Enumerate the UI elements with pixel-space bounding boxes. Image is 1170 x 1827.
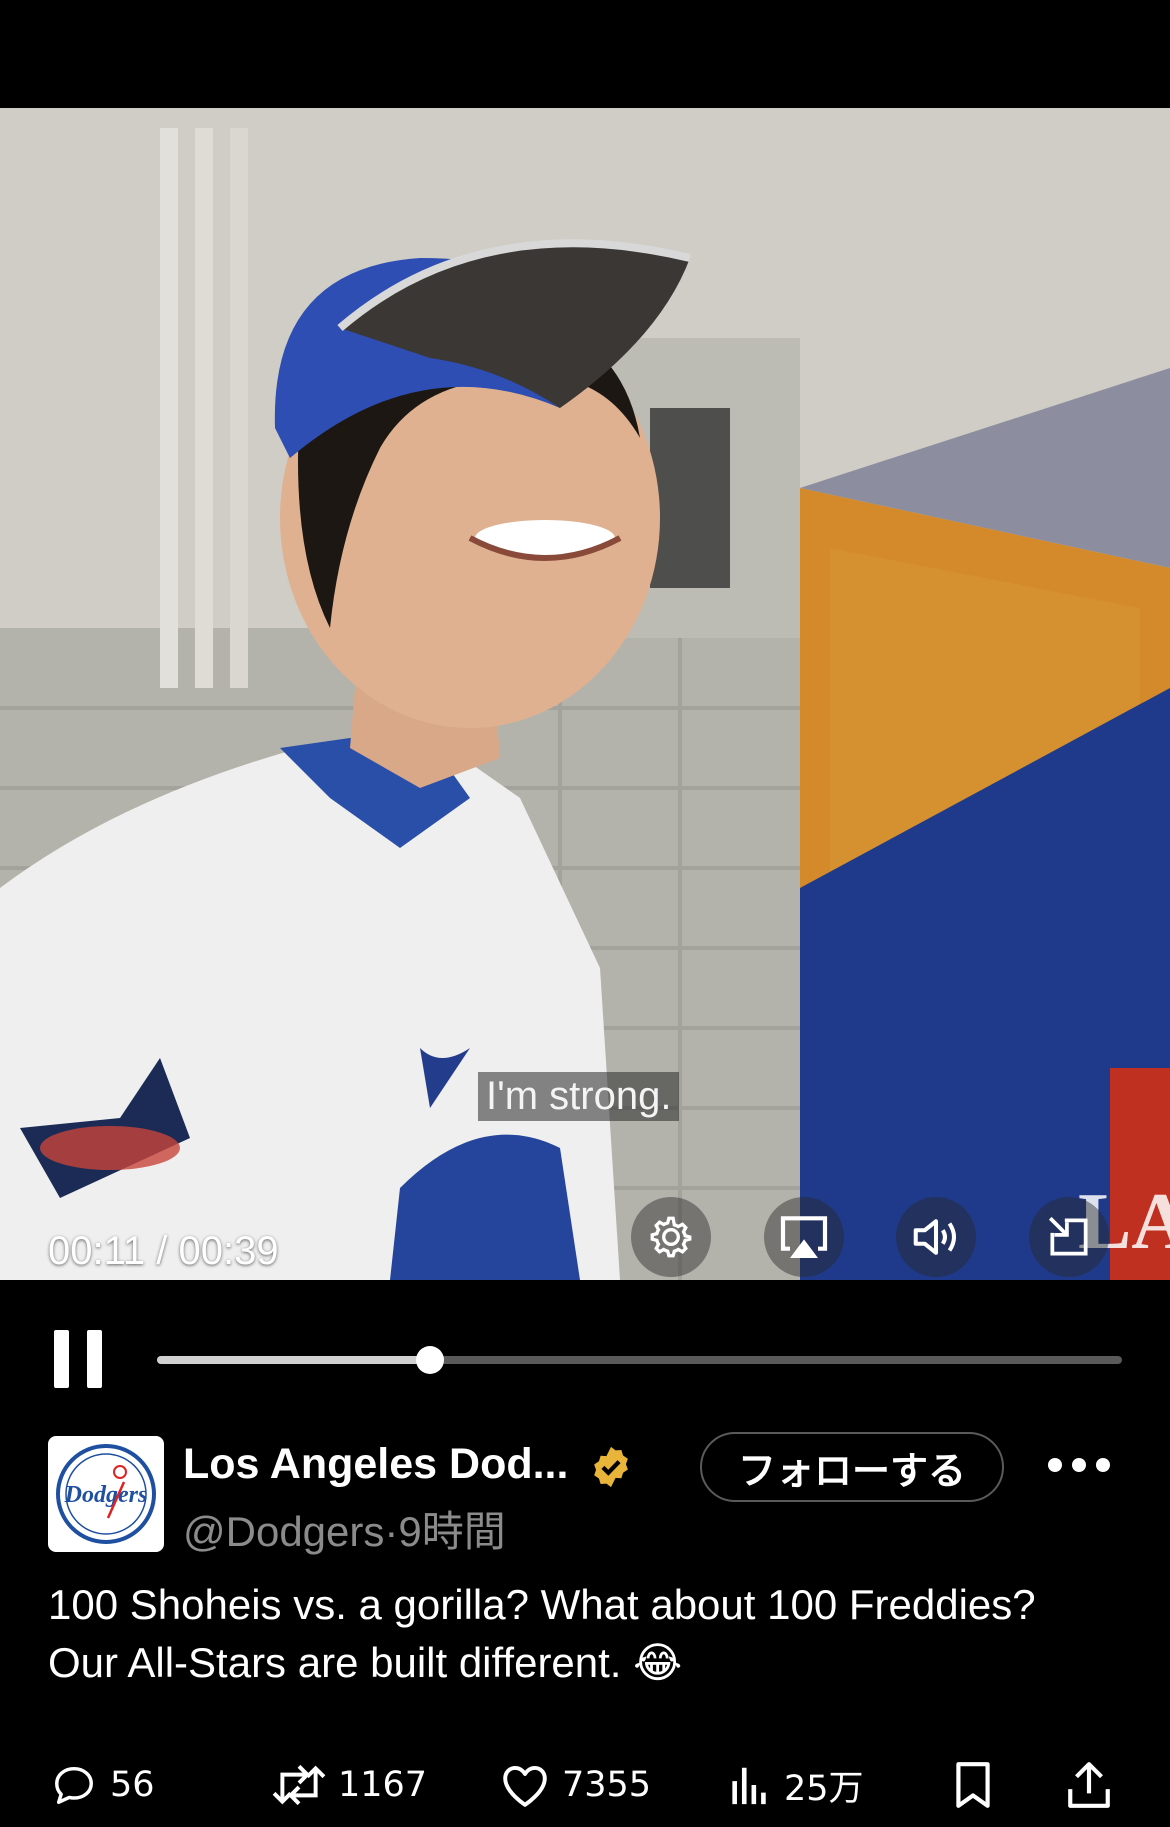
repost-button[interactable]: 1167: [272, 1760, 427, 1810]
player-controls: [0, 1280, 1170, 1430]
like-button[interactable]: 7355: [500, 1760, 651, 1810]
reply-icon: [55, 1766, 93, 1804]
settings-icon: [650, 1216, 692, 1258]
post-text-line: Our All-Stars are built different. 😂: [48, 1639, 683, 1686]
handle-and-time: @Dodgers·9時間: [183, 1498, 506, 1559]
svg-text:Dodgers: Dodgers: [64, 1482, 148, 1508]
exit-fullscreen-icon: [1048, 1216, 1088, 1256]
verified-badge-icon: [594, 1446, 628, 1488]
views-icon: [732, 1767, 766, 1805]
like-count: 7355: [562, 1765, 652, 1805]
display-name[interactable]: Los Angeles Dod...: [183, 1440, 568, 1489]
reply-button[interactable]: 56: [50, 1760, 155, 1810]
repost-count: 1167: [338, 1765, 428, 1805]
bookmark-icon: [956, 1762, 990, 1808]
avatar[interactable]: Dodgers: [48, 1436, 164, 1552]
pause-button[interactable]: [54, 1330, 102, 1388]
separator: ·: [384, 1508, 399, 1555]
views-button[interactable]: 25万: [728, 1760, 864, 1810]
video-subtitle: I'm strong.: [478, 1072, 680, 1121]
reply-count: 56: [110, 1765, 155, 1805]
post-text-line: 100 Shoheis vs. a gorilla? What about 10…: [48, 1581, 1036, 1628]
share-icon: [1068, 1762, 1110, 1808]
airplay-button[interactable]: [764, 1197, 844, 1277]
handle[interactable]: @Dodgers: [183, 1508, 384, 1555]
airplay-icon: [780, 1216, 828, 1258]
post-text: 100 Shoheis vs. a gorilla? What about 10…: [48, 1576, 1138, 1692]
like-icon: [503, 1765, 547, 1807]
more-icon: [1048, 1458, 1062, 1472]
seek-bar-played: [157, 1356, 431, 1364]
seek-bar[interactable]: [157, 1346, 1122, 1374]
seek-handle[interactable]: [416, 1346, 445, 1374]
status-area: [0, 0, 1170, 108]
exit-fullscreen-button[interactable]: [1029, 1197, 1109, 1277]
volume-button[interactable]: [896, 1197, 976, 1277]
action-bar: 56 1167 7355 25万: [0, 1760, 1170, 1810]
post-time: 9時間: [398, 1508, 506, 1555]
share-button[interactable]: [1066, 1760, 1112, 1810]
repost-icon: [272, 1764, 326, 1806]
video-timecode: 00:11 / 00:39: [48, 1229, 279, 1273]
volume-icon: [913, 1219, 957, 1255]
follow-button[interactable]: フォローする: [700, 1432, 1004, 1502]
more-button[interactable]: [1048, 1450, 1110, 1480]
dodgers-logo: Dodgers: [56, 1444, 156, 1544]
settings-button[interactable]: [631, 1197, 711, 1277]
pause-icon: [54, 1330, 69, 1388]
bookmark-button[interactable]: [952, 1760, 994, 1810]
views-count: 25万: [784, 1768, 864, 1809]
